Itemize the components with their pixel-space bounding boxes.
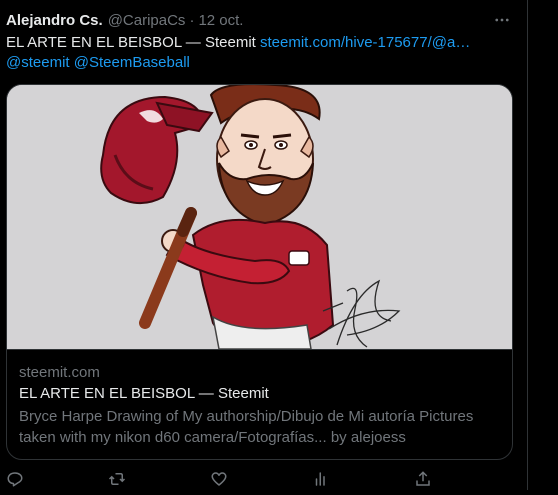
card-image[interactable] [7, 85, 512, 349]
author-handle[interactable]: @CaripaCs [108, 12, 186, 29]
mention-steemit[interactable]: @steemit [6, 54, 70, 71]
more-options-button[interactable] [490, 8, 514, 32]
card-domain: steemit.com [19, 364, 100, 381]
views-button[interactable] [310, 468, 332, 490]
card-description: Bryce Harpe Drawing of My authorship/Dib… [19, 408, 474, 446]
tweet[interactable]: Alejandro Cs. @CaripaCs · 12 oct. EL ART… [0, 0, 526, 490]
more-icon [495, 18, 509, 22]
share-icon [416, 471, 430, 486]
mention-steembaseball[interactable]: @SteemBaseball [74, 54, 190, 71]
views-icon [315, 472, 325, 486]
like-icon [211, 472, 227, 486]
like-button[interactable] [208, 468, 230, 490]
reply-button[interactable] [4, 468, 26, 490]
tweet-text: EL ARTE EN EL BEISBOL — Steemit steemit.… [6, 33, 518, 73]
timeline-divider [527, 0, 528, 490]
retweet-icon [108, 473, 126, 485]
reply-icon [7, 472, 23, 487]
retweet-button[interactable] [106, 468, 128, 490]
tweet-actions [0, 468, 526, 490]
link-card[interactable]: steemit.com EL ARTE EN EL BEISBOL — Stee… [6, 84, 513, 460]
tweet-date[interactable]: 12 oct. [198, 12, 243, 29]
card-divider [7, 349, 512, 350]
share-button[interactable] [412, 468, 434, 490]
tweet-text-plain: EL ARTE EN EL BEISBOL — Steemit [6, 34, 260, 51]
card-title: EL ARTE EN EL BEISBOL — Steemit [19, 385, 269, 402]
author-name[interactable]: Alejandro Cs. [6, 12, 103, 29]
caricature-illustration [7, 85, 512, 349]
separator-dot: · [189, 11, 195, 29]
tweet-header: Alejandro Cs. @CaripaCs · 12 oct. [6, 10, 243, 30]
tweet-link[interactable]: steemit.com/hive-175677/@a… [260, 34, 470, 51]
